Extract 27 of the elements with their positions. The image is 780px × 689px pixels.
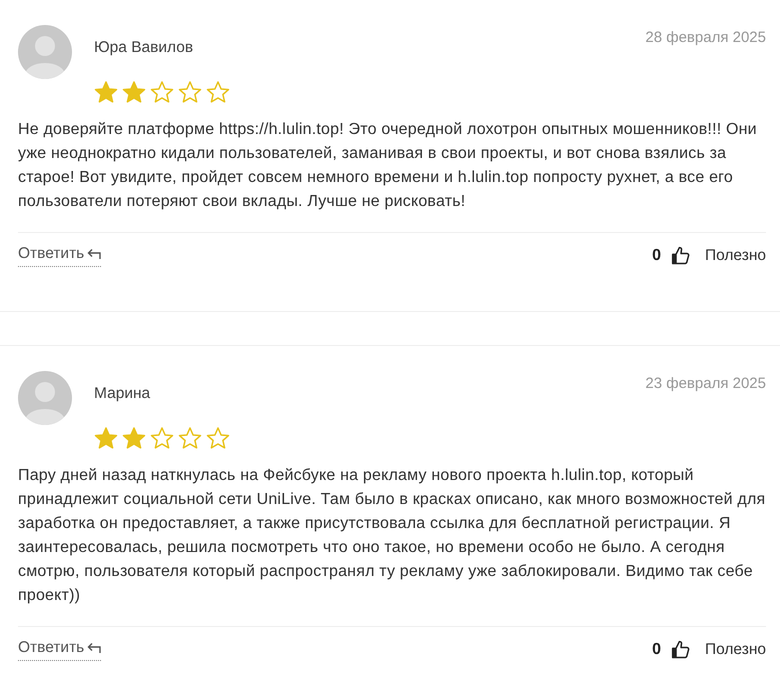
- author-name: Юра Вавилов: [94, 39, 194, 57]
- review-text: Не доверяйте платформе https://h.lulin.top! Это очередной лохотрон опытных мошенников!!! Они уже неоднократно кидали пользователей, заманивая в свои проекты, и вот снова взялись за старое! Вот увидите, пройдет совсем немного времени и h.lulin.top попросту рухнет, а все его пользователи потеряют свои вклады. Лучше не рисковать!: [18, 120, 758, 212]
- reply-arrow-icon: [87, 642, 102, 654]
- author-name: Марина: [94, 385, 152, 403]
- star-icon: [206, 81, 230, 104]
- star-icon: [94, 81, 118, 104]
- review-text: Пару дней назад наткнулась на Фейсбуке на рекламу нового проекта h.lulin.top, который принадлежит социальной сети UniLive. Там было в красках описано, как много возможностей для заработка он предоставляет, а также присутствовала ссылка для бесплатной регистрации. Я заинтересовалась, решила посмотреть что оно такое, но времени особо не было. А сегодня смотрю, пользователя который распространял ту рекламу уже заблокировали. Видимо так себе проект)): [18, 466, 766, 606]
- thumbs-up-icon[interactable]: [670, 640, 691, 660]
- reply-link[interactable]: Ответить: [18, 245, 102, 267]
- star-icon: [178, 81, 202, 104]
- reply-arrow-icon: [87, 248, 102, 260]
- like-count: 0: [652, 247, 661, 265]
- avatar: [18, 25, 72, 79]
- review-date: 23 февраля 2025: [645, 375, 766, 392]
- review-date: 28 февраля 2025: [645, 29, 766, 46]
- reply-link[interactable]: Ответить: [18, 639, 102, 661]
- star-icon: [150, 81, 174, 104]
- helpful-button[interactable]: Полезно: [704, 641, 766, 659]
- star-icon: [178, 427, 202, 450]
- star-icon: [150, 427, 174, 450]
- star-icon: [94, 427, 118, 450]
- star-icon: [206, 427, 230, 450]
- star-icon: [122, 427, 146, 450]
- helpful-button[interactable]: Полезно: [704, 247, 766, 265]
- star-icon: [122, 81, 146, 104]
- like-count: 0: [652, 641, 661, 659]
- thumbs-up-icon[interactable]: [670, 246, 691, 266]
